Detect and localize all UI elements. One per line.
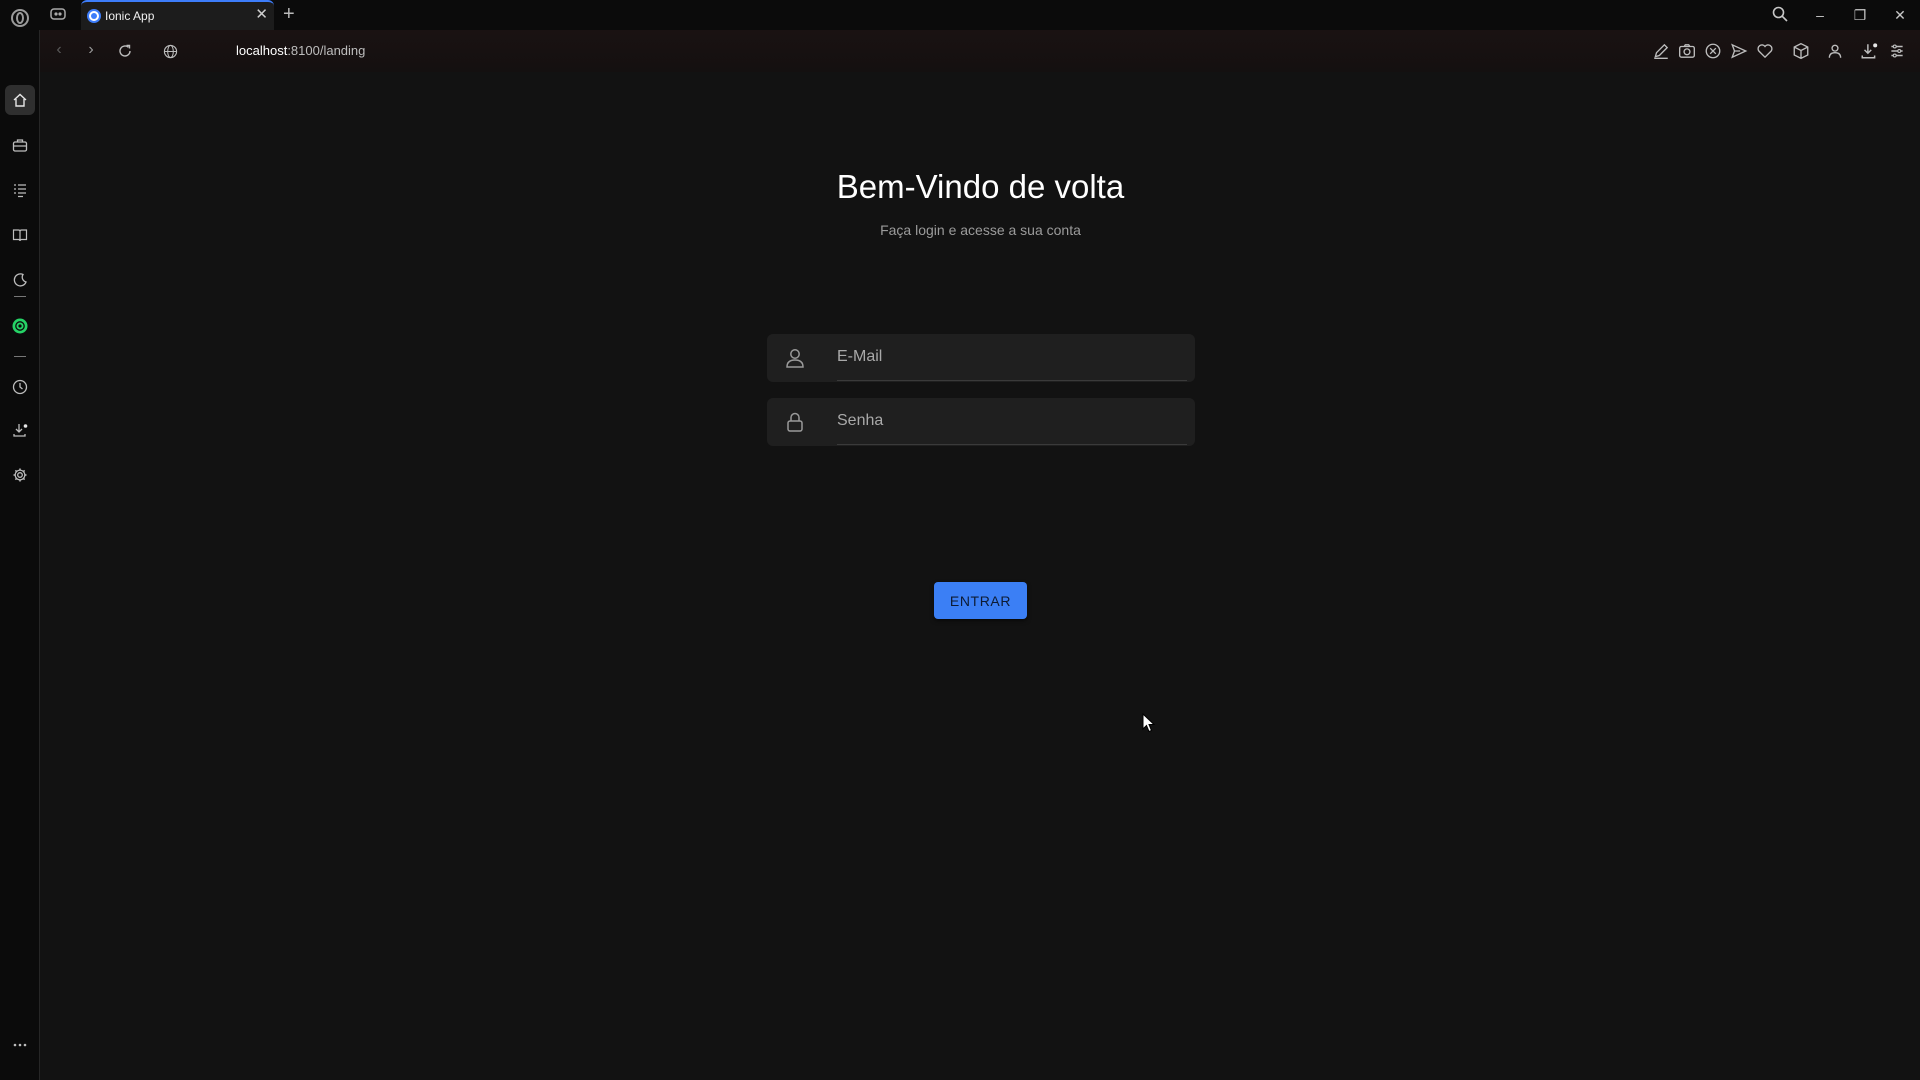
heart-icon[interactable] [1756,42,1774,60]
sidebar-item-reading[interactable] [5,220,35,250]
moon-icon [13,273,27,287]
sidebar-item-settings[interactable] [5,460,35,490]
restore-icon[interactable]: ❐ [1846,4,1874,26]
downloads-toolbar-icon[interactable] [1860,42,1878,60]
mouse-cursor-icon [1142,713,1156,733]
list-icon [14,184,26,198]
easy-setup-menu-icon[interactable] [1888,42,1906,60]
lock-icon [787,412,803,432]
address-bar: ‹ › localhost:8100/landing [40,30,1920,72]
edit-page-icon[interactable] [1652,42,1670,60]
camera-icon[interactable] [1678,42,1696,60]
url-field[interactable]: localhost:8100/landing [236,43,365,58]
minimize-icon[interactable]: – [1806,4,1834,26]
search-tabs-icon[interactable] [1772,6,1788,22]
close-window-icon[interactable]: ✕ [1886,4,1914,26]
forward-icon[interactable]: › [81,40,101,60]
page-subtitle: Faça login e acesse a sua conta [880,222,1081,238]
email-field[interactable] [767,334,1195,382]
more-icon [13,1043,27,1047]
ionic-landing-page: Bem-Vindo de volta Faça login e acesse a… [41,72,1920,1080]
sidebar-item-workspaces[interactable] [5,130,35,160]
login-button[interactable]: ENTRAR [934,582,1027,619]
password-input[interactable] [837,398,1187,445]
whatsapp-icon [12,318,28,334]
opera-logo-icon[interactable] [11,9,29,27]
url-path: :8100/landing [287,43,366,58]
gear-icon [13,468,27,482]
globe-icon[interactable] [163,44,178,59]
password-field[interactable] [767,398,1195,446]
sidebar-item-downloads[interactable] [5,415,35,445]
tab-ionic-app[interactable]: Ionic App ✕ [81,0,274,30]
page-title: Bem-Vindo de volta [836,168,1125,205]
sidebar-item-home[interactable] [5,85,35,115]
person-icon [786,349,804,368]
sidebar-divider [14,296,26,297]
ionic-favicon-icon [87,9,101,23]
new-tab-icon[interactable]: + [283,2,295,26]
sidebar-item-history[interactable] [5,372,35,402]
ad-block-icon[interactable] [1704,42,1722,60]
clock-icon [12,379,28,395]
tab-close-icon[interactable]: ✕ [255,7,268,23]
browser-title-bar: Ionic App ✕ + – ❐ ✕ [0,0,1920,30]
tab-title: Ionic App [105,9,155,23]
extensions-box-icon[interactable] [1792,42,1810,60]
browser-sidebar [0,30,40,1080]
sidebar-item-tasks[interactable] [5,175,35,205]
profile-icon[interactable] [1826,42,1844,60]
send-icon[interactable] [1730,42,1748,60]
sidebar-item-whatsapp[interactable] [5,311,35,341]
sidebar-more-button[interactable] [5,1030,35,1060]
download-icon [13,424,28,437]
back-icon[interactable]: ‹ [49,40,69,60]
sidebar-divider [14,356,26,357]
reload-icon[interactable] [117,43,133,59]
url-host: localhost [236,43,288,58]
book-icon [12,229,28,242]
home-icon [13,93,27,107]
briefcase-icon [12,139,28,152]
email-input[interactable] [837,334,1187,381]
sidebar-item-history-timeline[interactable] [5,265,35,295]
tab-islands-icon[interactable] [50,8,66,20]
